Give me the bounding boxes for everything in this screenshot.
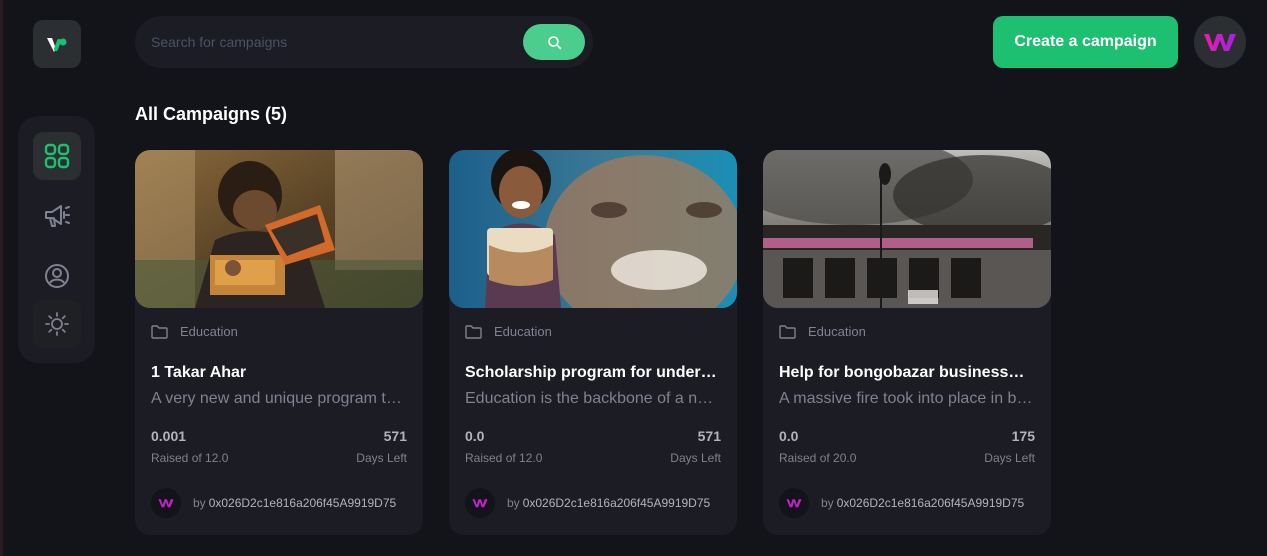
logo-icon [47, 38, 67, 52]
owner-avatar [151, 488, 181, 518]
owner-address: 0x026D2c1e816a206f45A9919D75 [836, 496, 1025, 510]
raised-target: Raised of 20.0 [779, 451, 857, 465]
category-row: Education [779, 324, 866, 339]
profile-avatar[interactable] [1194, 16, 1246, 68]
category-label: Education [808, 324, 866, 339]
campaign-card[interactable]: Education Scholarship program for underp… [449, 150, 737, 535]
owner-prefix: by [821, 496, 834, 510]
search-button[interactable] [523, 24, 585, 60]
category-row: Education [465, 324, 552, 339]
dashboard-icon [44, 143, 70, 169]
folder-icon [465, 324, 482, 339]
page-title: All Campaigns (5) [135, 104, 288, 124]
owner-avatar [779, 488, 809, 518]
app-logo[interactable] [33, 20, 81, 68]
raised-target: Raised of 12.0 [151, 451, 229, 465]
raised-amount: 0.0 [465, 428, 485, 444]
sidebar [18, 116, 95, 363]
days-left-label: Days Left [670, 451, 721, 465]
create-campaign-button[interactable]: Create a campaign [993, 16, 1178, 68]
folder-icon [779, 324, 796, 339]
campaign-title: Help for bongobazar businessmen [779, 364, 1035, 381]
days-left-label: Days Left [984, 451, 1035, 465]
owner-prefix: by [193, 496, 206, 510]
campaign-image [449, 150, 737, 308]
raised-amount: 0.001 [151, 428, 187, 444]
sidebar-item-profile[interactable] [33, 252, 81, 300]
campaign-title: 1 Takar Ahar [151, 364, 247, 381]
campaign-description: A massive fire took into place in bongob… [779, 390, 1035, 407]
days-left-value: 571 [383, 428, 407, 444]
sun-icon [45, 312, 69, 336]
campaign-image [763, 150, 1051, 308]
folder-icon [151, 324, 168, 339]
raised-amount: 0.0 [779, 428, 799, 444]
owner-address: 0x026D2c1e816a206f45A9919D75 [208, 496, 397, 510]
brand-avatar-icon [158, 499, 174, 508]
owner-row: by 0x026D2c1e816a206f45A9919D75 [151, 488, 419, 518]
owner-prefix: by [507, 496, 520, 510]
sidebar-item-campaigns[interactable] [33, 192, 81, 240]
search-bar [135, 16, 593, 68]
sidebar-item-dashboard[interactable] [33, 132, 81, 180]
sidebar-item-theme[interactable] [33, 300, 81, 348]
campaign-description: Education is the backbone of a nation [465, 390, 721, 407]
campaign-title: Scholarship program for underprivileged … [465, 364, 721, 381]
days-left-value: 571 [697, 428, 721, 444]
owner-row: by 0x026D2c1e816a206f45A9919D75 [465, 488, 733, 518]
category-row: Education [151, 324, 238, 339]
brand-avatar-icon [472, 499, 488, 508]
days-left-label: Days Left [356, 451, 407, 465]
campaign-card[interactable]: Education Help for bongobazar businessme… [763, 150, 1051, 535]
profile-icon [45, 264, 69, 288]
category-label: Education [494, 324, 552, 339]
campaign-image [135, 150, 423, 308]
brand-avatar-icon [786, 499, 802, 508]
window-edge [0, 0, 3, 556]
owner-row: by 0x026D2c1e816a206f45A9919D75 [779, 488, 1047, 518]
brand-avatar-icon [1204, 34, 1236, 51]
campaign-description: A very new and unique program to help th… [151, 390, 407, 407]
search-input[interactable] [151, 30, 511, 54]
megaphone-icon [45, 205, 70, 227]
category-label: Education [180, 324, 238, 339]
owner-address: 0x026D2c1e816a206f45A9919D75 [522, 496, 711, 510]
owner-avatar [465, 488, 495, 518]
search-icon [547, 35, 561, 49]
raised-target: Raised of 12.0 [465, 451, 543, 465]
days-left-value: 175 [1011, 428, 1035, 444]
campaign-card[interactable]: Education 1 Takar Ahar A very new and un… [135, 150, 423, 535]
